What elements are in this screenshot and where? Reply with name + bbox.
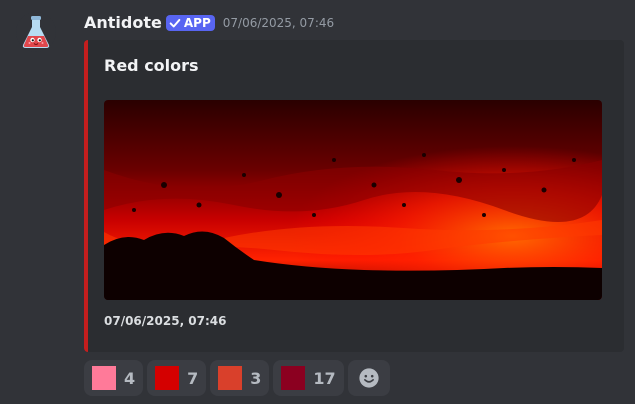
embed-title: Red colors	[104, 56, 199, 75]
message-timestamp[interactable]: 07/06/2025, 07:46	[223, 12, 334, 34]
flask-mascot-icon	[16, 12, 56, 52]
avatar[interactable]	[16, 12, 56, 52]
reaction-count: 3	[250, 368, 262, 388]
app-badge: APP	[165, 15, 215, 31]
embed: Red colors 07/06/2025, 07:46	[84, 40, 624, 352]
reaction-pink[interactable]: 4	[84, 360, 144, 396]
add-reaction-button[interactable]	[347, 360, 390, 396]
red-sunset-image	[104, 100, 602, 300]
app-badge-label: APP	[183, 16, 211, 30]
red-swatch-icon	[155, 366, 180, 390]
message: Antidote APP 07/06/2025, 07:46 Red color…	[0, 0, 635, 404]
pink-swatch-icon	[92, 366, 116, 390]
reaction-count: 17	[313, 368, 336, 388]
smiley-icon	[359, 368, 379, 388]
embed-image[interactable]	[104, 100, 602, 300]
dark-red-swatch-icon	[281, 366, 306, 390]
embed-footer-timestamp: 07/06/2025, 07:46	[104, 314, 227, 328]
checkmark-icon	[169, 18, 181, 28]
author-name[interactable]: Antidote	[84, 12, 162, 34]
reaction-orange-red[interactable]: 3	[210, 360, 270, 396]
reactions-bar: 4 7 3 17	[84, 360, 390, 396]
message-header: Antidote APP 07/06/2025, 07:46	[84, 12, 334, 34]
reaction-count: 7	[187, 368, 199, 388]
reaction-count: 4	[124, 368, 136, 388]
orange-red-swatch-icon	[218, 366, 243, 390]
reaction-red[interactable]: 7	[147, 360, 207, 396]
reaction-dark-red[interactable]: 17	[273, 360, 344, 396]
